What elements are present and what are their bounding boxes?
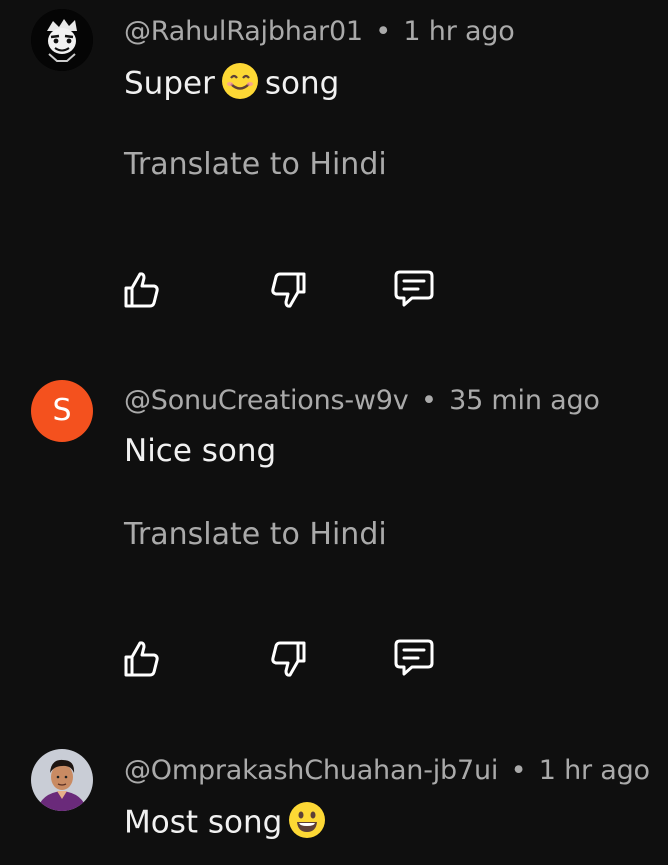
dislike-icon[interactable] [266, 637, 310, 681]
comment-author[interactable]: @RahulRajbhar01 [124, 16, 363, 47]
comment-meta: @RahulRajbhar01 • 1 hr ago [124, 16, 515, 47]
comment-text-part: song [264, 65, 340, 102]
comment-meta: @OmprakashChuahan-jb7ui • 1 hr ago [124, 755, 650, 786]
comment-text: Nice song [124, 433, 277, 469]
avatar[interactable] [31, 9, 93, 71]
meta-separator: • [420, 385, 437, 416]
comment-author[interactable]: @OmprakashChuahan-jb7ui [124, 755, 498, 786]
like-icon[interactable] [120, 637, 164, 681]
comment-time: 1 hr ago [538, 755, 650, 786]
comment-time: 1 hr ago [403, 16, 515, 47]
comment-meta: @SonuCreations-w9v • 35 min ago [124, 385, 600, 416]
avatar[interactable] [31, 749, 93, 811]
comment-text: Super song [124, 62, 339, 108]
avatar[interactable]: S [31, 380, 93, 442]
reply-icon[interactable] [392, 266, 436, 310]
cartoon-character-avatar-icon [31, 9, 93, 71]
comment-author[interactable]: @SonuCreations-w9v [124, 385, 409, 416]
person-photo-avatar-icon [31, 749, 93, 811]
translate-button[interactable]: Translate to Hindi [124, 147, 387, 182]
comment-text-part: Super [124, 65, 215, 102]
like-icon[interactable] [120, 268, 164, 312]
comment-text-part: Most song [124, 804, 283, 841]
smiling-face-icon [221, 62, 259, 108]
dislike-icon[interactable] [266, 268, 310, 312]
comment-text: Most song [124, 801, 332, 847]
translate-button[interactable]: Translate to Hindi [124, 517, 387, 552]
meta-separator: • [510, 755, 527, 786]
meta-separator: • [375, 16, 392, 47]
comment-time: 35 min ago [449, 385, 600, 416]
reply-icon[interactable] [392, 635, 436, 679]
grinning-face-icon [288, 801, 326, 847]
